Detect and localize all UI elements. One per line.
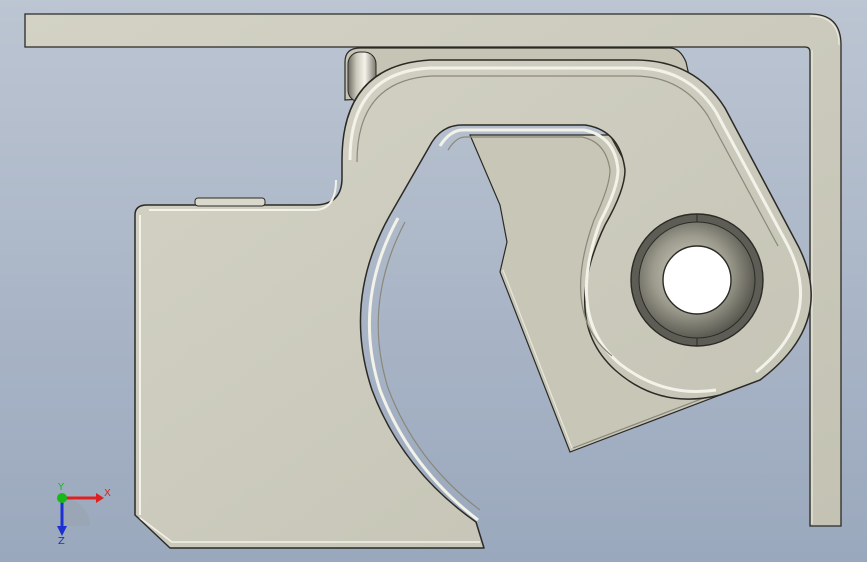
- y-axis-marker: [57, 493, 67, 503]
- x-axis-head: [96, 493, 104, 503]
- cad-viewport[interactable]: X Y Z: [0, 0, 867, 562]
- triad-shade: [62, 498, 90, 526]
- axis-triad[interactable]: X Y Z: [57, 482, 111, 547]
- x-axis-label: X: [104, 488, 111, 499]
- y-axis-label: Y: [57, 482, 65, 493]
- pivot-hole: [662, 245, 732, 315]
- cad-model-view[interactable]: X Y Z: [0, 0, 867, 562]
- pivot-boss: [630, 213, 764, 347]
- z-axis-head: [57, 526, 67, 536]
- z-axis-label: Z: [58, 536, 65, 547]
